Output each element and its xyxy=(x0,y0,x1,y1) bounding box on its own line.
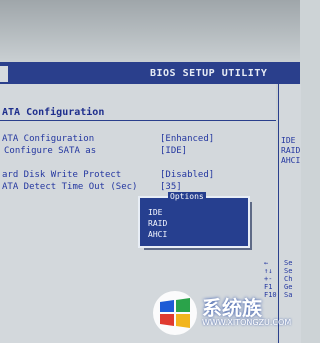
setting-hdd-write-protect-value[interactable]: [Disabled] xyxy=(160,170,214,180)
bios-title-bar: BIOS SETUP UTILITY xyxy=(0,62,300,84)
windows-logo-icon xyxy=(153,291,197,335)
options-popup: Options IDE RAID AHCI xyxy=(138,192,250,248)
bios-title: BIOS SETUP UTILITY xyxy=(150,68,268,79)
section-divider xyxy=(0,120,276,121)
setting-ata-configuration-value[interactable]: [Enhanced] xyxy=(160,134,214,144)
windows-logo-pane-red xyxy=(160,314,174,326)
help-option-ahci: AHCI xyxy=(281,156,301,165)
watermark-brand: 系统族 xyxy=(202,296,262,320)
windows-logo-pane-green xyxy=(176,298,190,312)
setting-ata-configuration-label[interactable]: ATA Configuration xyxy=(2,134,94,144)
title-bar-left-tab xyxy=(0,66,8,82)
option-raid[interactable]: RAID xyxy=(148,219,167,228)
help-option-raid: RAID xyxy=(281,146,301,155)
setting-configure-sata-label[interactable]: Configure SATA as xyxy=(4,146,96,156)
option-ahci[interactable]: AHCI xyxy=(148,230,167,239)
help-option-ide: IDE xyxy=(281,136,296,145)
watermark-url: WWW.XITONGZU.COM xyxy=(202,318,292,327)
setting-configure-sata-value[interactable]: [IDE] xyxy=(160,146,187,156)
setting-hdd-write-protect-label[interactable]: ard Disk Write Protect xyxy=(2,170,121,180)
setting-ata-detect-timeout-label[interactable]: ATA Detect Time Out (Sec) xyxy=(2,182,137,192)
windows-logo-pane-yellow xyxy=(176,314,190,328)
watermark: 系统族 WWW.XITONGZU.COM xyxy=(150,288,300,343)
option-ide[interactable]: IDE xyxy=(148,208,162,217)
setting-ata-detect-timeout-value[interactable]: [35] xyxy=(160,182,182,192)
section-title: ATA Configuration xyxy=(2,107,105,118)
options-popup-title: Options xyxy=(168,192,206,201)
windows-logo-pane-blue xyxy=(160,300,174,312)
